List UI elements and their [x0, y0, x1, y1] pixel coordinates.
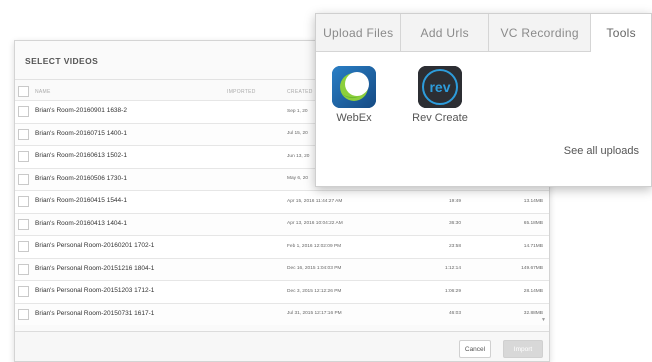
video-created: Jul 31, 2015 12:17:16 PM: [287, 311, 342, 316]
video-created: Sep 1, 20: [287, 108, 308, 114]
row-checkbox[interactable]: [18, 151, 29, 162]
video-duration: 46:03: [448, 311, 461, 316]
video-name: Brian's Personal Room-20160201 1702-1: [35, 242, 155, 249]
video-size: 32.88MB: [523, 311, 543, 316]
video-created: Jun 13, 20: [287, 153, 310, 159]
video-row[interactable]: Brian's Room-20160413 1404-1 Apr 13, 201…: [15, 212, 549, 235]
row-checkbox[interactable]: [18, 128, 29, 140]
row-checkbox[interactable]: [18, 218, 29, 230]
tab-add-urls[interactable]: Add Urls: [401, 14, 489, 52]
webex-logo-icon: [332, 66, 376, 108]
row-checkbox[interactable]: [18, 263, 29, 275]
video-size: 28.14MB: [523, 288, 543, 294]
webex-tool[interactable]: WebEx: [324, 66, 384, 124]
column-header-imported[interactable]: IMPORTED: [227, 89, 256, 95]
video-duration: 1:06:29: [444, 288, 461, 294]
upload-popup: Upload Files Add Urls VC Recording Tools…: [315, 13, 652, 187]
svg-text:rev: rev: [429, 79, 450, 95]
video-created: May 6, 20: [287, 176, 309, 181]
video-name: Brian's Room-20160415 1544-1: [35, 197, 127, 204]
import-button[interactable]: Import: [503, 340, 543, 358]
rev-logo-icon: rev: [418, 66, 462, 108]
row-checkbox[interactable]: [18, 173, 29, 185]
column-header-created[interactable]: CREATED: [287, 89, 313, 95]
video-created: Apr 15, 2016 11:44:27 AM: [287, 198, 343, 204]
video-created: Apr 13, 2016 10:04:22 AM: [287, 221, 343, 226]
row-checkbox[interactable]: [18, 308, 29, 320]
upload-tabs: Upload Files Add Urls VC Recording Tools: [316, 14, 651, 52]
tab-tools[interactable]: Tools: [591, 14, 651, 52]
video-size: 65.18MB: [523, 221, 543, 226]
video-name: Brian's Personal Room-20150731 1617-1: [35, 309, 155, 317]
video-duration: 36:30: [448, 221, 461, 226]
video-name: Brian's Room-20160901 1638-2: [35, 107, 127, 114]
video-name: Brian's Room-20160506 1730-1: [35, 174, 127, 182]
video-created: Jul 15, 20: [287, 131, 308, 136]
video-duration: 23:58: [448, 243, 461, 249]
webex-label: WebEx: [336, 112, 372, 124]
tab-vc-recording[interactable]: VC Recording: [488, 14, 592, 52]
row-checkbox[interactable]: [18, 286, 29, 297]
tab-upload-files[interactable]: Upload Files: [316, 14, 402, 52]
video-row[interactable]: Brian's Personal Room-20160201 1702-1 Fe…: [15, 235, 549, 258]
video-size: 149.67MB: [521, 266, 543, 271]
rev-create-label: Rev Create: [412, 112, 468, 124]
video-row[interactable]: Brian's Room-20160415 1544-1 Apr 15, 201…: [15, 190, 549, 213]
video-name: Brian's Personal Room-20151216 1804-1: [35, 264, 155, 272]
select-all-checkbox[interactable]: [18, 86, 29, 97]
video-created: Dec 16, 2015 1:04:03 PM: [287, 266, 342, 271]
video-created: Dec 3, 2015 12:12:26 PM: [287, 288, 342, 294]
row-checkbox[interactable]: [18, 196, 29, 207]
video-row[interactable]: Brian's Personal Room-20151216 1804-1 De…: [15, 257, 549, 280]
video-name: Brian's Personal Room-20151203 1712-1: [35, 287, 155, 294]
rev-create-tool[interactable]: rev Rev Create: [410, 66, 470, 124]
cancel-button[interactable]: Cancel: [459, 340, 491, 358]
dialog-title: SELECT VIDEOS: [25, 56, 99, 66]
video-row[interactable]: Brian's Personal Room-20150731 1617-1 Ju…: [15, 302, 549, 325]
video-duration: 1:12:14: [444, 266, 461, 271]
column-header-name[interactable]: NAME: [35, 89, 51, 95]
see-all-uploads-link[interactable]: See all uploads: [564, 145, 639, 157]
video-size: 13.14MB: [523, 198, 543, 204]
video-name: Brian's Room-20160715 1400-1: [35, 129, 127, 137]
video-size: 14.71MB: [523, 243, 543, 249]
video-name: Brian's Room-20160613 1502-1: [35, 152, 127, 159]
video-created: Feb 1, 2016 12:02:09 PM: [287, 243, 342, 249]
scroll-down-icon[interactable]: ▼: [541, 317, 546, 323]
video-row[interactable]: Brian's Personal Room-20151203 1712-1 De…: [15, 280, 549, 303]
row-checkbox[interactable]: [18, 106, 29, 117]
video-name: Brian's Room-20160413 1404-1: [35, 219, 127, 227]
video-duration: 19:49: [448, 198, 461, 204]
row-checkbox[interactable]: [18, 241, 29, 252]
dialog-footer: Cancel Import: [15, 331, 549, 361]
